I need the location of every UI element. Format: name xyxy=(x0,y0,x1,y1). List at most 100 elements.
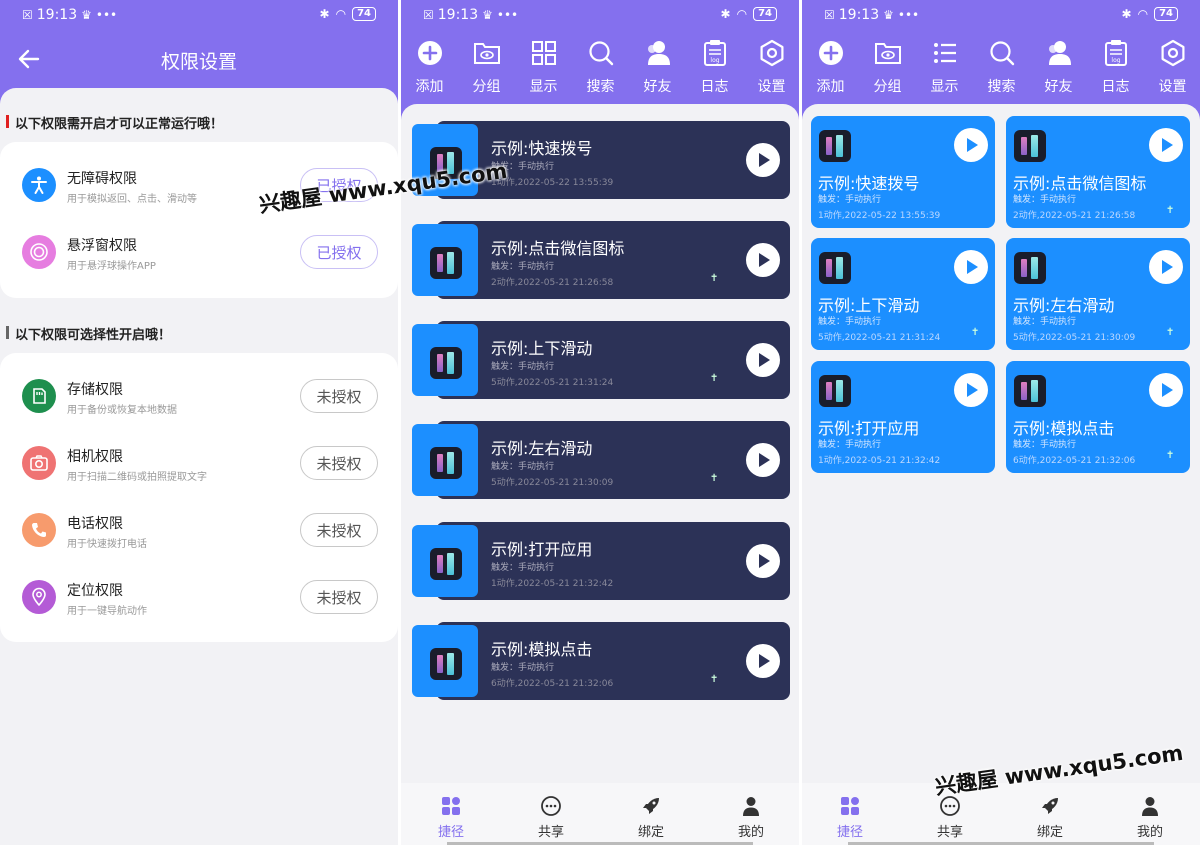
nav-profile[interactable]: 我的 xyxy=(1120,791,1180,841)
shortcut-trigger: 触发：手动执行 xyxy=(818,440,882,450)
permission-desc: 用于备份或恢复本地数据 xyxy=(67,405,177,416)
nav-share[interactable]: 共享 xyxy=(521,791,581,841)
nav-label: 捷径 xyxy=(836,825,863,840)
play-button[interactable] xyxy=(746,443,780,477)
shortcut-name: 示例:快速拨号 xyxy=(491,139,593,158)
log-icon: log xyxy=(704,40,726,66)
shortcut-card[interactable]: 示例:点击微信图标 触发：手动执行 2动作,2022-05-21 21:26:5… xyxy=(1006,116,1190,228)
shortcut-card[interactable]: 示例:点击微信图标 触发：手动执行 2动作,2022-05-21 21:26:5… xyxy=(412,221,790,299)
accessibility-icon xyxy=(22,168,56,202)
shortcut-card[interactable]: 示例:打开应用 触发：手动执行 1动作,2022-05-21 21:32:42 xyxy=(412,522,790,600)
toolbar-display[interactable]: 显示 xyxy=(515,36,572,98)
permission-row-camera: 相机权限 用于扫描二维码或拍照提取文字 未授权 xyxy=(0,434,398,494)
play-button[interactable] xyxy=(746,544,780,578)
toolbar-settings[interactable]: 设置 xyxy=(743,36,799,98)
shortcut-card[interactable]: 示例:模拟点击 触发：手动执行 6动作,2022-05-21 21:32:06 … xyxy=(1006,361,1190,473)
shortcut-trigger: 触发：手动执行 xyxy=(1013,440,1077,450)
toolbar-label: 添加 xyxy=(816,79,845,95)
shortcut-card[interactable]: 示例:上下滑动 触发：手动执行 5动作,2022-05-21 21:31:24 … xyxy=(412,321,790,399)
nav-profile[interactable]: 我的 xyxy=(721,791,781,841)
shortcut-trigger: 触发：手动执行 xyxy=(491,462,555,472)
location-authorize-button[interactable]: 未授权 xyxy=(300,580,378,614)
settings-icon xyxy=(760,39,784,67)
status-time: 19:13 xyxy=(437,7,479,23)
nav-bind[interactable]: 绑定 xyxy=(621,791,681,841)
bottom-navigation: 捷径 共享 绑定 我的 xyxy=(401,783,799,845)
play-button[interactable] xyxy=(746,143,780,177)
app-icon xyxy=(819,252,851,284)
shortcut-name: 示例:快速拨号 xyxy=(818,174,920,193)
play-button[interactable] xyxy=(1149,128,1183,162)
shortcut-name: 示例:左右滑动 xyxy=(491,439,593,458)
permission-row-phone: 电话权限 用于快速拨打电话 未授权 xyxy=(0,501,398,561)
nav-shortcuts[interactable]: 捷径 xyxy=(421,791,481,841)
battery-level: 74 xyxy=(753,7,777,21)
permission-desc: 用于悬浮球操作APP xyxy=(67,261,156,272)
permission-name: 电话权限 xyxy=(67,516,123,532)
page-title: 权限设置 xyxy=(160,51,237,73)
floating-window-authorize-button[interactable]: 已授权 xyxy=(300,235,378,269)
toolbar-settings[interactable]: 设置 xyxy=(1144,36,1200,98)
shortcut-name: 示例:点击微信图标 xyxy=(1013,174,1147,193)
storage-icon xyxy=(22,379,56,413)
toolbar-display[interactable]: 显示 xyxy=(916,36,973,98)
required-section-title: 以下权限需开启才可以正常运行哦！ xyxy=(6,113,223,132)
shortcut-card[interactable]: 示例:快速拨号 触发：手动执行 1动作,2022-05-22 13:55:39 xyxy=(811,116,995,228)
shortcut-card[interactable]: 示例:上下滑动 触发：手动执行 5动作,2022-05-21 21:31:24 … xyxy=(811,238,995,350)
toolbar-group[interactable]: 分组 xyxy=(458,36,515,98)
permission-name: 相机权限 xyxy=(67,449,123,465)
rocket-icon xyxy=(643,798,659,814)
shortcut-list-screen: ☒ 19:13 ♛ ••• ✱ ◠ 74 添加 分组 显示 搜索 好友 log … xyxy=(401,0,799,845)
shortcut-meta: 5动作,2022-05-21 21:31:24 xyxy=(818,333,941,343)
play-button[interactable] xyxy=(746,243,780,277)
display-list-icon xyxy=(934,43,956,63)
toolbar-friends[interactable]: 好友 xyxy=(1030,36,1087,98)
toolbar-friends[interactable]: 好友 xyxy=(629,36,686,98)
nav-bind[interactable]: 绑定 xyxy=(1020,791,1080,841)
play-button[interactable] xyxy=(746,343,780,377)
toolbar-search[interactable]: 搜索 xyxy=(572,36,629,98)
shortcut-meta: 2动作,2022-05-21 21:26:58 xyxy=(1013,211,1136,221)
shortcut-meta: 1动作,2022-05-21 21:32:42 xyxy=(818,456,941,466)
phone-authorize-button[interactable]: 未授权 xyxy=(300,513,378,547)
crown-icon: ♛ xyxy=(482,8,493,22)
toolbar-add[interactable]: 添加 xyxy=(401,36,458,98)
camera-authorize-button[interactable]: 未授权 xyxy=(300,446,378,480)
play-button[interactable] xyxy=(954,373,988,407)
play-button[interactable] xyxy=(954,128,988,162)
rocket-icon xyxy=(1042,798,1058,814)
toolbar-label: 搜索 xyxy=(987,79,1016,95)
crown-icon: ♛ xyxy=(883,8,894,22)
search-icon xyxy=(990,41,1015,66)
shortcut-name: 示例:上下滑动 xyxy=(818,296,920,315)
permission-row-storage: 存储权限 用于备份或恢复本地数据 未授权 xyxy=(0,367,398,427)
shortcut-card[interactable]: 示例:左右滑动 触发：手动执行 5动作,2022-05-21 21:30:09 … xyxy=(412,421,790,499)
shortcut-meta: 5动作,2022-05-21 21:31:24 xyxy=(491,378,614,388)
toolbar-log[interactable]: log 日志 xyxy=(1087,36,1144,98)
toolbar-label: 显示 xyxy=(930,79,959,95)
permission-desc: 用于模拟返回、点击、滑动等 xyxy=(67,194,197,205)
play-button[interactable] xyxy=(746,644,780,678)
shortcut-card[interactable]: 示例:模拟点击 触发：手动执行 6动作,2022-05-21 21:32:06 … xyxy=(412,622,790,700)
play-button[interactable] xyxy=(954,250,988,284)
storage-authorize-button[interactable]: 未授权 xyxy=(300,379,378,413)
permission-row-floating-window: 悬浮窗权限 用于悬浮球操作APP 已授权 xyxy=(0,223,398,283)
permission-desc: 用于扫描二维码或拍照提取文字 xyxy=(67,472,207,483)
notification-icon: ☒ xyxy=(22,8,33,22)
toolbar-label: 好友 xyxy=(1044,79,1073,95)
shortcut-card[interactable]: 示例:左右滑动 触发：手动执行 5动作,2022-05-21 21:30:09 … xyxy=(1006,238,1190,350)
toolbar-log[interactable]: log 日志 xyxy=(686,36,743,98)
toolbar-search[interactable]: 搜索 xyxy=(973,36,1030,98)
play-button[interactable] xyxy=(1149,373,1183,407)
accessibility-badge-icon: ✝ xyxy=(710,273,719,284)
optional-permissions-card: 存储权限 用于备份或恢复本地数据 未授权 相机权限 用于扫描二维码或拍照提取文字… xyxy=(0,353,398,642)
toolbar-label: 日志 xyxy=(1101,79,1130,95)
toolbar-group[interactable]: 分组 xyxy=(859,36,916,98)
toolbar-label: 设置 xyxy=(757,79,786,95)
app-icon xyxy=(1014,375,1046,407)
nav-shortcuts[interactable]: 捷径 xyxy=(820,791,880,841)
toolbar-label: 设置 xyxy=(1158,79,1187,95)
play-button[interactable] xyxy=(1149,250,1183,284)
toolbar-add[interactable]: 添加 xyxy=(802,36,859,98)
shortcut-card[interactable]: 示例:打开应用 触发：手动执行 1动作,2022-05-21 21:32:42 xyxy=(811,361,995,473)
